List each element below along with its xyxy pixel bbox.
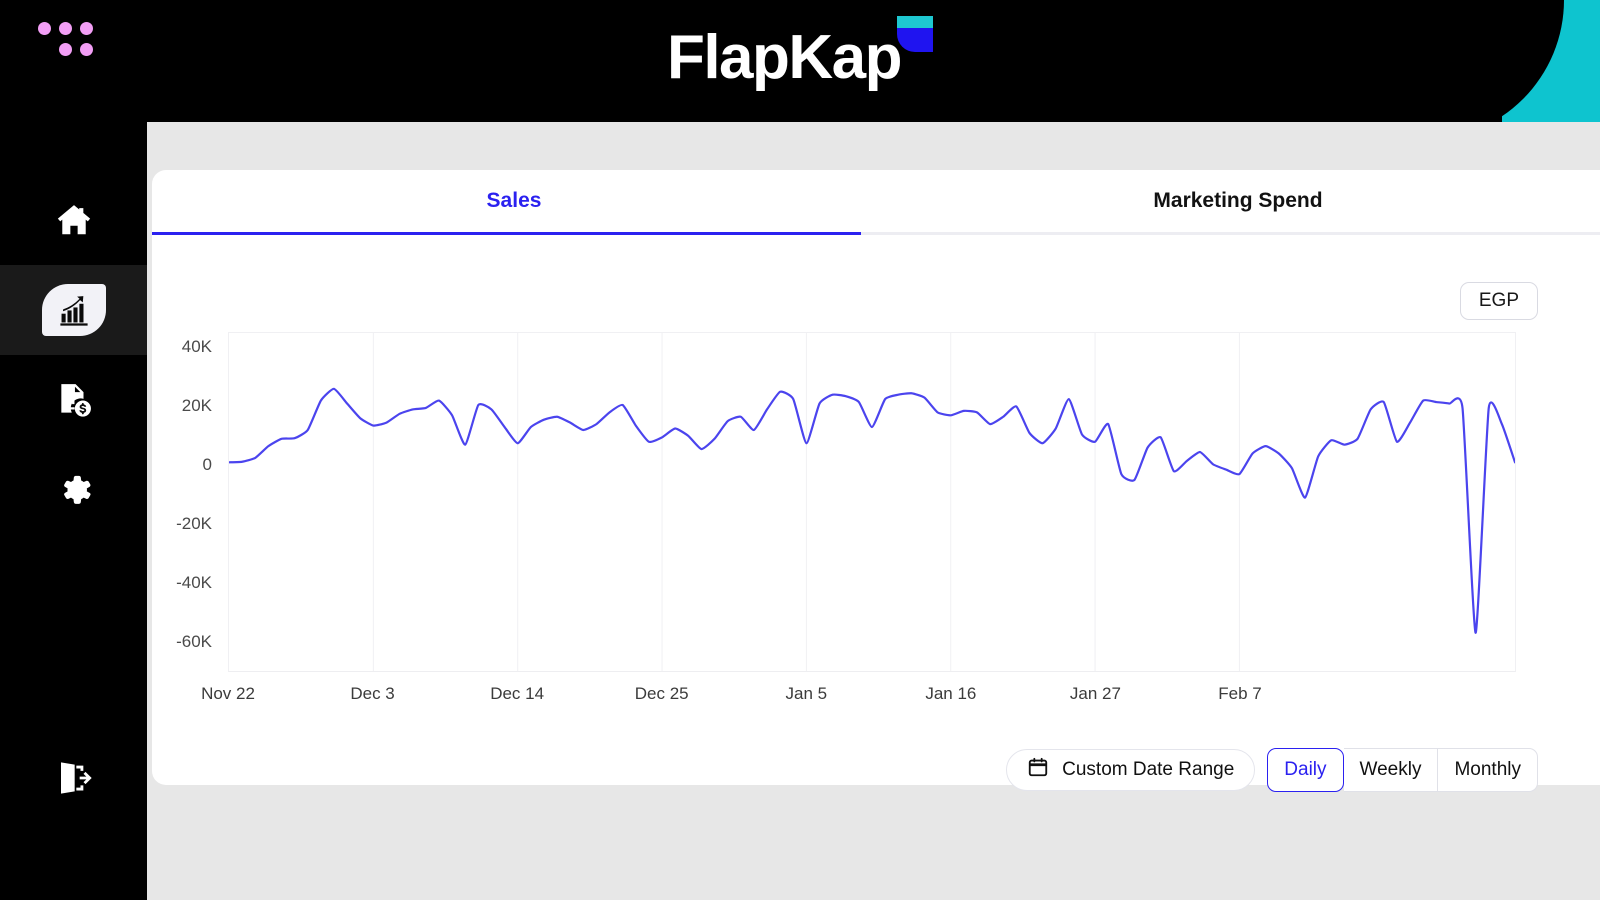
financial-report-icon (55, 381, 93, 419)
chart-svg (229, 333, 1515, 671)
dots-logo-icon[interactable] (38, 22, 93, 64)
y-axis-tick: -20K (176, 514, 212, 534)
brand-name: FlapKap (666, 23, 903, 92)
logout-icon (54, 758, 94, 803)
tab-sales[interactable]: Sales (152, 170, 876, 232)
chart-series-line (229, 389, 1515, 633)
sidebar (0, 0, 147, 900)
custom-date-range-label: Custom Date Range (1062, 759, 1235, 780)
main-stage: Sales Marketing Spend EGP 40K 20K 0 -20K -40… (147, 122, 1600, 900)
x-axis-tick: Dec 25 (634, 684, 689, 703)
currency-button[interactable]: EGP (1459, 282, 1538, 320)
y-axis-tick: -40K (176, 573, 212, 593)
x-axis-tick: Jan 27 (1069, 684, 1121, 703)
tab-marketing-spend[interactable]: Marketing Spend (876, 170, 1600, 232)
chart-vertical-gridlines (373, 333, 1239, 671)
y-axis-tick: 0 (202, 455, 212, 475)
granularity-daily[interactable]: Daily (1267, 748, 1344, 792)
tab-underline (152, 232, 1600, 235)
x-axis-tick: Dec 14 (490, 684, 545, 703)
brand-leaf-icon (897, 16, 934, 52)
sidebar-nav (0, 175, 147, 535)
y-axis-labels: 40K 20K 0 -20K -40K -60K (152, 332, 212, 672)
sidebar-item-analytics[interactable] (0, 265, 147, 355)
x-axis-tick: Nov 22 (201, 684, 255, 703)
x-axis-tick: Dec 3 (350, 684, 395, 703)
dashboard-card: Sales Marketing Spend EGP 40K 20K 0 -20K -40… (152, 170, 1600, 792)
granularity-segmented-control: Daily Weekly Monthly (1267, 748, 1538, 792)
x-axis-tick: Feb 7 (1218, 684, 1262, 703)
x-axis-tick: Jan 5 (785, 684, 828, 703)
sidebar-item-invoices[interactable] (0, 355, 147, 445)
y-axis-tick: 40K (181, 336, 212, 356)
y-axis-tick: -60K (176, 632, 212, 652)
growth-chart-icon (56, 293, 92, 327)
x-axis-tick: Jan 16 (925, 684, 977, 703)
teal-corner-accent (1482, 0, 1600, 122)
calendar-icon (1027, 756, 1049, 784)
sidebar-item-home[interactable] (0, 175, 147, 265)
top-bar: FlapKap (0, 0, 1600, 122)
tab-bar: Sales Marketing Spend (152, 170, 1600, 235)
home-icon (54, 201, 94, 239)
gear-icon (54, 470, 94, 510)
granularity-monthly[interactable]: Monthly (1438, 748, 1538, 792)
x-axis-labels: Nov 22 Dec 3 Dec 14 Dec 25 Jan 5 Jan 16 Jan 27… (201, 684, 1516, 714)
custom-date-range-button[interactable]: Custom Date Range (1006, 749, 1256, 791)
sidebar-item-logout[interactable] (0, 735, 147, 825)
chart-controls: Custom Date Range Daily Weekly Monthly (152, 740, 1600, 800)
y-axis-tick: 20K (181, 395, 212, 415)
granularity-weekly[interactable]: Weekly (1343, 748, 1439, 792)
chart-plot-area (228, 332, 1516, 672)
sales-chart: 40K 20K 0 -20K -40K -60K Nov 22 Dec 3 Dec 14 Dec… (152, 332, 1600, 712)
brand-logo: FlapKap (0, 0, 1600, 122)
sidebar-item-settings[interactable] (0, 445, 147, 535)
